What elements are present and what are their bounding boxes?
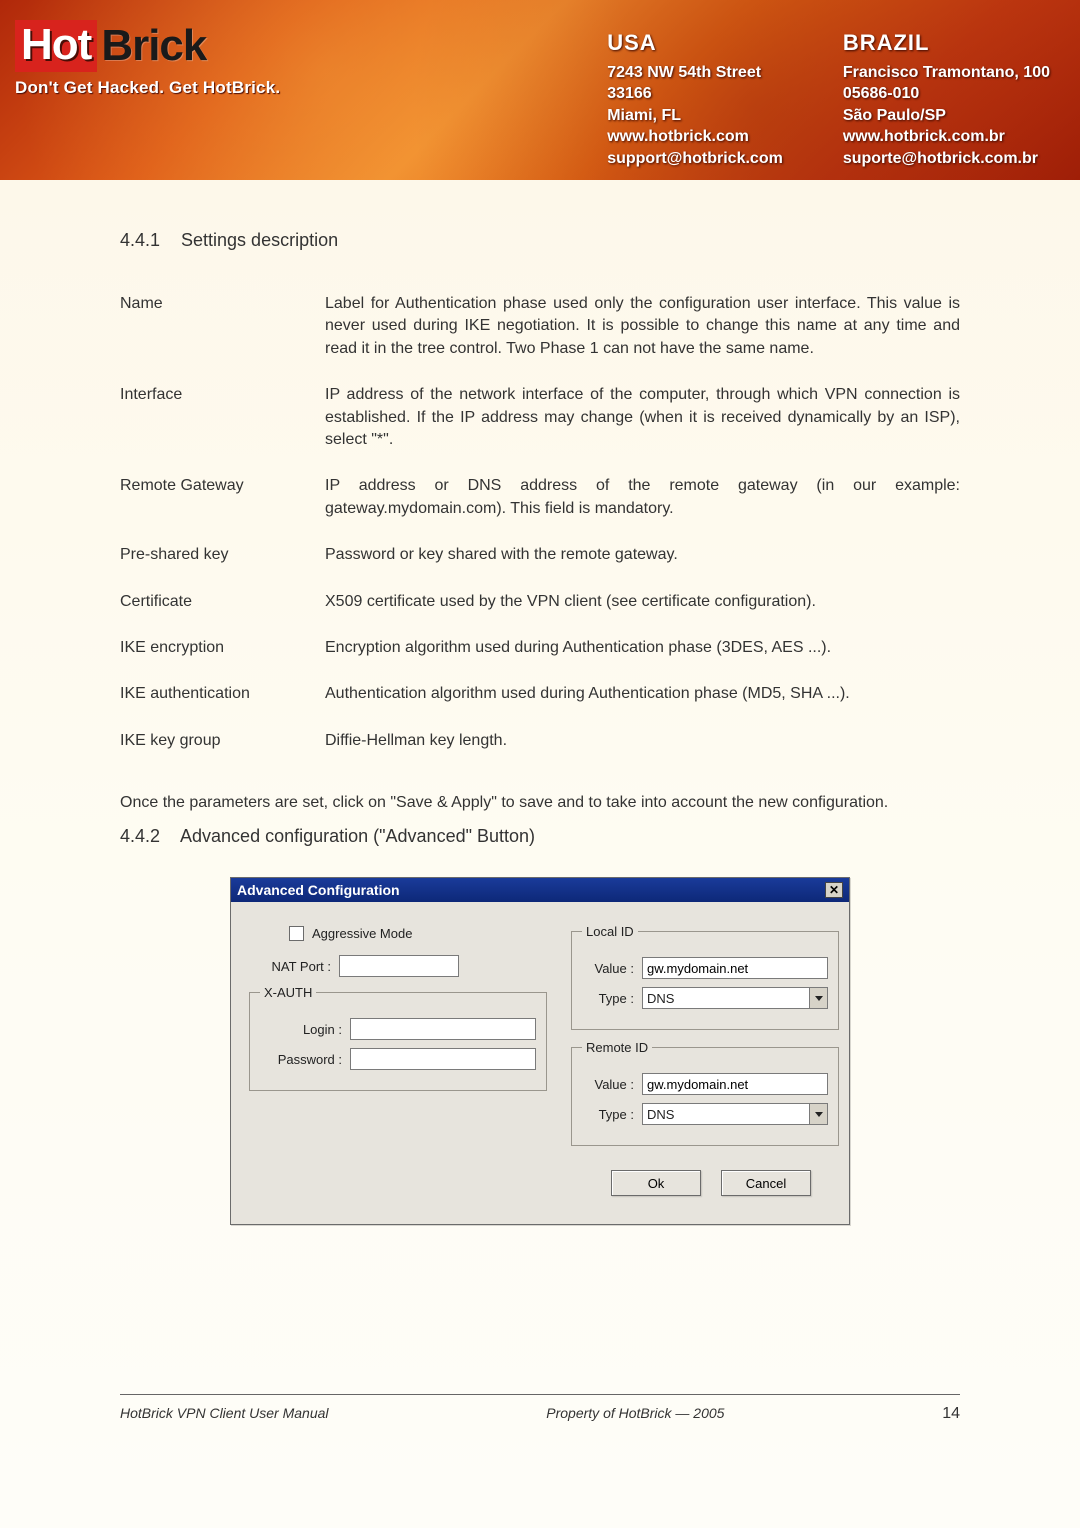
section-442-title: Advanced configuration ("Advanced" Butto… — [180, 826, 535, 846]
settings-table: NameLabel for Authentication phase used … — [120, 281, 960, 764]
settings-term: IKE authentication — [120, 671, 325, 717]
remoteid-type-value: DNS — [643, 1107, 678, 1122]
aggressive-mode-label: Aggressive Mode — [312, 926, 412, 941]
dialog-titlebar: Advanced Configuration ✕ — [231, 878, 849, 902]
footer-left: HotBrick VPN Client User Manual — [120, 1405, 329, 1423]
usa-line4: www.hotbrick.com — [607, 126, 783, 148]
login-label: Login : — [260, 1022, 350, 1037]
dialog-body: Aggressive Mode NAT Port : X-AUTH Login … — [231, 902, 849, 1224]
usa-line5: support@hotbrick.com — [607, 148, 783, 170]
nat-port-label: NAT Port : — [249, 959, 339, 974]
page-footer: HotBrick VPN Client User Manual Property… — [120, 1394, 960, 1423]
xauth-legend: X-AUTH — [260, 985, 316, 1000]
settings-desc: Diffie-Hellman key length. — [325, 718, 960, 764]
remoteid-legend: Remote ID — [582, 1040, 652, 1055]
usa-line3: Miami, FL — [607, 105, 783, 127]
settings-term: IKE encryption — [120, 625, 325, 671]
remoteid-type-select[interactable]: DNS — [642, 1103, 828, 1125]
country-usa: USA — [607, 28, 783, 58]
settings-row: IKE authenticationAuthentication algorit… — [120, 671, 960, 717]
settings-desc: Encryption algorithm used during Authent… — [325, 625, 960, 671]
page-number: 14 — [942, 1405, 960, 1423]
settings-desc: Label for Authentication phase used only… — [325, 281, 960, 372]
settings-term: Interface — [120, 372, 325, 463]
settings-row: CertificateX509 certificate used by the … — [120, 579, 960, 625]
settings-row: Pre-shared keyPassword or key shared wit… — [120, 532, 960, 578]
settings-desc: Password or key shared with the remote g… — [325, 532, 960, 578]
footer-right: Property of HotBrick — 2005 — [546, 1405, 724, 1423]
settings-desc: IP address of the network interface of t… — [325, 372, 960, 463]
brazil-line4: www.hotbrick.com.br — [843, 126, 1050, 148]
address-usa: USA 7243 NW 54th Street 33166 Miami, FL … — [607, 28, 783, 170]
settings-row: IKE encryptionEncryption algorithm used … — [120, 625, 960, 671]
close-button[interactable]: ✕ — [825, 882, 843, 898]
section-441-title: Settings description — [181, 230, 338, 250]
logo-hot: Hot — [15, 20, 97, 72]
usa-line1: 7243 NW 54th Street — [607, 62, 783, 84]
tagline: Don't Get Hacked. Get HotBrick. — [15, 78, 280, 98]
xauth-fieldset: X-AUTH Login : Password : — [249, 985, 547, 1091]
header-banner: Hot Brick Don't Get Hacked. Get HotBrick… — [0, 0, 1080, 180]
addresses: USA 7243 NW 54th Street 33166 Miami, FL … — [607, 28, 1050, 170]
settings-desc: X509 certificate used by the VPN client … — [325, 579, 960, 625]
aggressive-mode-checkbox[interactable] — [289, 926, 304, 941]
localid-type-label: Type : — [582, 991, 642, 1006]
localid-fieldset: Local ID Value : Type : DNS — [571, 924, 839, 1030]
logo: Hot Brick — [15, 20, 280, 72]
usa-line2: 33166 — [607, 83, 783, 105]
localid-legend: Local ID — [582, 924, 638, 939]
advanced-config-dialog: Advanced Configuration ✕ Aggressive Mode — [230, 877, 850, 1225]
brazil-line1: Francisco Tramontano, 100 — [843, 62, 1050, 84]
nat-port-input[interactable] — [339, 955, 459, 977]
save-apply-paragraph: Once the parameters are set, click on "S… — [120, 794, 960, 812]
chevron-down-icon — [809, 1104, 827, 1124]
settings-term: Name — [120, 281, 325, 372]
dialog-wrap: Advanced Configuration ✕ Aggressive Mode — [120, 877, 960, 1225]
localid-type-value: DNS — [643, 991, 678, 1006]
settings-term: Pre-shared key — [120, 532, 325, 578]
password-input[interactable] — [350, 1048, 536, 1070]
localid-value-input[interactable] — [642, 957, 828, 979]
settings-desc: IP address or DNS address of the remote … — [325, 463, 960, 532]
logo-block: Hot Brick Don't Get Hacked. Get HotBrick… — [15, 20, 280, 98]
login-input[interactable] — [350, 1018, 536, 1040]
section-441-num: 4.4.1 — [120, 230, 176, 251]
settings-term: Certificate — [120, 579, 325, 625]
brazil-line5: suporte@hotbrick.com.br — [843, 148, 1050, 170]
settings-row: NameLabel for Authentication phase used … — [120, 281, 960, 372]
content: 4.4.1 Settings description NameLabel for… — [0, 180, 1080, 1225]
dialog-title: Advanced Configuration — [237, 882, 400, 898]
localid-type-select[interactable]: DNS — [642, 987, 828, 1009]
brazil-line3: São Paulo/SP — [843, 105, 1050, 127]
ok-button[interactable]: Ok — [611, 1170, 701, 1196]
section-442-num: 4.4.2 — [120, 826, 176, 847]
country-brazil: BRAZIL — [843, 28, 1050, 58]
settings-row: IKE key groupDiffie-Hellman key length. — [120, 718, 960, 764]
chevron-down-icon — [809, 988, 827, 1008]
settings-row: InterfaceIP address of the network inter… — [120, 372, 960, 463]
remoteid-value-label: Value : — [582, 1077, 642, 1092]
settings-row: Remote GatewayIP address or DNS address … — [120, 463, 960, 532]
remoteid-value-input[interactable] — [642, 1073, 828, 1095]
cancel-button[interactable]: Cancel — [721, 1170, 811, 1196]
localid-value-label: Value : — [582, 961, 642, 976]
settings-term: IKE key group — [120, 718, 325, 764]
brazil-line2: 05686-010 — [843, 83, 1050, 105]
settings-desc: Authentication algorithm used during Aut… — [325, 671, 960, 717]
settings-term: Remote Gateway — [120, 463, 325, 532]
section-442-heading: 4.4.2 Advanced configuration ("Advanced"… — [120, 826, 960, 847]
section-441-heading: 4.4.1 Settings description — [120, 230, 960, 251]
password-label: Password : — [260, 1052, 350, 1067]
address-brazil: BRAZIL Francisco Tramontano, 100 05686-0… — [843, 28, 1050, 170]
remoteid-fieldset: Remote ID Value : Type : DNS — [571, 1040, 839, 1146]
close-icon: ✕ — [829, 884, 839, 896]
logo-brick: Brick — [101, 21, 206, 71]
remoteid-type-label: Type : — [582, 1107, 642, 1122]
